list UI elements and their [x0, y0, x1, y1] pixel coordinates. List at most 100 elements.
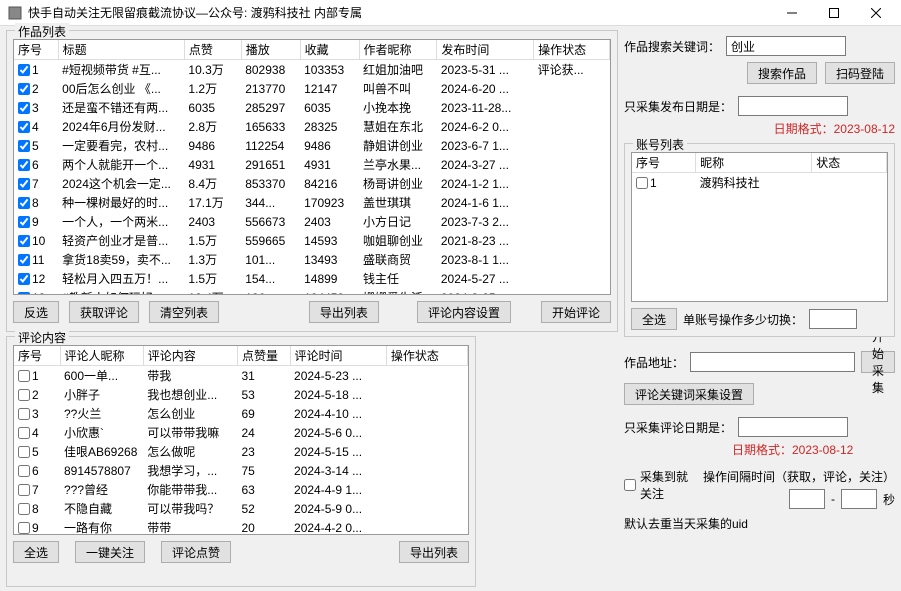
single-account-switch-input[interactable] — [809, 309, 857, 329]
table-row[interactable]: 7???曾经你能带带我...632024-4-9 1... — [14, 480, 468, 499]
row-checkbox[interactable] — [18, 465, 30, 477]
search-works-button[interactable]: 搜索作品 — [747, 62, 817, 84]
comment-settings-button[interactable]: 评论内容设置 — [417, 301, 511, 323]
interval-from-input[interactable] — [789, 489, 825, 509]
row-checkbox[interactable] — [18, 370, 30, 382]
work-url-input[interactable] — [690, 352, 855, 372]
clear-list-button[interactable]: 清空列表 — [149, 301, 219, 323]
row-checkbox[interactable] — [18, 427, 30, 439]
table-row[interactable]: 5佳哏AB69268怎么做呢232024-5-15 ... — [14, 442, 468, 461]
export-works-button[interactable]: 导出列表 — [309, 301, 379, 323]
table-row[interactable]: 12轻松月入四五万！...1.5万154...14899钱主任2024-5-27… — [14, 269, 609, 288]
scan-login-button[interactable]: 扫码登陆 — [825, 62, 895, 84]
table-row[interactable]: 72024这个机会一定...8.4万85337084216杨哥讲创业2024-1… — [14, 174, 609, 193]
row-checkbox[interactable] — [18, 408, 30, 420]
interval-label: 操作间隔时间（获取，评论，关注） — [703, 468, 895, 485]
row-checkbox[interactable] — [18, 178, 30, 190]
row-checkbox[interactable] — [18, 121, 30, 133]
start-collect-button[interactable]: 开始采集 — [861, 351, 895, 373]
table-row[interactable]: 8不隐自藏可以带我吗？522024-5-9 0... — [14, 499, 468, 518]
column-header[interactable]: 评论时间 — [290, 346, 386, 366]
select-all-accounts-button[interactable]: 全选 — [631, 308, 677, 330]
date-format-hint-2: 日期格式：2023-08-12 — [732, 441, 853, 458]
comments-legend: 评论内容 — [15, 329, 69, 346]
table-row[interactable]: 4小欣惠`可以带带我嘛242024-5-6 0... — [14, 423, 468, 442]
table-row[interactable]: 8种一棵树最好的时...17.1万344...170923盖世琪琪2024-1-… — [14, 193, 609, 212]
row-checkbox[interactable] — [18, 389, 30, 401]
table-row[interactable]: 5一定要看完，农村...94861122549486静姐讲创业2023-6-7 … — [14, 136, 609, 155]
row-checkbox[interactable] — [636, 177, 648, 189]
start-comment-button[interactable]: 开始评论 — [541, 301, 611, 323]
table-row[interactable]: 10轻资产创业才是普...1.5万55966514593咖姐聊创业2021-8-… — [14, 231, 609, 250]
row-checkbox[interactable] — [18, 140, 30, 152]
search-keyword-input[interactable] — [726, 36, 846, 56]
table-row[interactable]: 6两个人就能开一个...49312916514931兰亭水果...2024-3-… — [14, 155, 609, 174]
works-legend: 作品列表 — [15, 23, 69, 40]
table-row[interactable]: 1#短视频带货 #互...10.3万802938103353红姐加油吧2023-… — [14, 60, 609, 80]
column-header[interactable]: 收藏 — [300, 40, 359, 60]
column-header[interactable]: 状态 — [812, 153, 887, 173]
collect-comment-date-input[interactable] — [738, 417, 848, 437]
column-header[interactable]: 评论人昵称 — [60, 346, 143, 366]
column-header[interactable]: 昵称 — [696, 153, 812, 173]
row-checkbox[interactable] — [18, 254, 30, 266]
select-all-comments-button[interactable]: 全选 — [13, 541, 59, 563]
like-comment-button[interactable]: 评论点赞 — [161, 541, 231, 563]
column-header[interactable]: 作者昵称 — [359, 40, 437, 60]
column-header[interactable]: 标题 — [58, 40, 184, 60]
table-row[interactable]: 200后怎么创业 《...1.2万21377012147叫兽不叫2024-6-2… — [14, 79, 609, 98]
row-checkbox[interactable] — [18, 102, 30, 114]
get-comments-button[interactable]: 获取评论 — [69, 301, 139, 323]
column-header[interactable]: 评论内容 — [143, 346, 237, 366]
table-row[interactable]: 9一路有你带带202024-4-2 0... — [14, 518, 468, 535]
table-row[interactable]: 42024年6月份发财...2.8万16563328325慧姐在东北2024-6… — [14, 117, 609, 136]
invert-select-button[interactable]: 反选 — [13, 301, 59, 323]
default-dedupe-label: 默认去重当天采集的uid — [624, 515, 748, 532]
accounts-grid[interactable]: 序号昵称状态 1渡鸦科技社 — [631, 152, 888, 302]
column-header[interactable]: 序号 — [632, 153, 696, 173]
column-header[interactable]: 播放 — [241, 40, 300, 60]
column-header[interactable]: 操作状态 — [386, 346, 467, 366]
table-row[interactable]: 1渡鸦科技社 — [632, 173, 887, 193]
table-row[interactable]: 9一个人，一个两米...24035566732403小方日记2023-7-3 2… — [14, 212, 609, 231]
row-checkbox[interactable] — [18, 64, 30, 76]
row-checkbox[interactable] — [18, 235, 30, 247]
row-checkbox[interactable] — [18, 503, 30, 515]
row-checkbox[interactable] — [18, 446, 30, 458]
comments-grid[interactable]: 序号评论人昵称评论内容点赞量评论时间操作状态 1600一单...带我312024… — [13, 345, 469, 535]
row-checkbox[interactable] — [18, 159, 30, 171]
column-header[interactable]: 操作状态 — [534, 40, 610, 60]
table-row[interactable]: 2小胖子我也想创业...532024-5-18 ... — [14, 385, 468, 404]
collect-publish-date-input[interactable] — [738, 96, 848, 116]
table-row[interactable]: 11拿货18卖59，卖不...1.3万101...13493盛联商贸2023-8… — [14, 250, 609, 269]
row-checkbox[interactable] — [18, 83, 30, 95]
accounts-group: 账号列表 序号昵称状态 1渡鸦科技社 全选 单账号操作多少切换： — [624, 143, 895, 337]
row-checkbox[interactable] — [18, 522, 30, 534]
column-header[interactable]: 点赞 — [184, 40, 241, 60]
table-row[interactable]: 13#教新人如何玩好...12.4万126...124459姗姗爱生活2024-… — [14, 288, 609, 295]
one-click-like-button[interactable]: 一键关注 — [75, 541, 145, 563]
row-checkbox[interactable] — [18, 273, 30, 285]
row-checkbox[interactable] — [18, 216, 30, 228]
minimize-button[interactable] — [771, 1, 813, 25]
table-row[interactable]: 3还是蛮不错还有两...60352852976035小挽本挽2023-11-28… — [14, 98, 609, 117]
window-title: 快手自动关注无限留痕截流协议—公众号: 渡鸦科技社 内部专属 — [28, 4, 362, 21]
table-row[interactable]: 68914578807我想学习，...752024-3-14 ... — [14, 461, 468, 480]
column-header[interactable]: 序号 — [14, 40, 58, 60]
row-checkbox[interactable] — [18, 484, 30, 496]
export-comments-button[interactable]: 导出列表 — [399, 541, 469, 563]
close-button[interactable] — [855, 1, 897, 25]
comment-keyword-settings-button[interactable]: 评论关键词采集设置 — [624, 383, 754, 405]
table-row[interactable]: 1600一单...带我312024-5-23 ... — [14, 366, 468, 386]
column-header[interactable]: 发布时间 — [437, 40, 534, 60]
row-checkbox[interactable] — [18, 292, 30, 295]
titlebar: 快手自动关注无限留痕截流协议—公众号: 渡鸦科技社 内部专属 — [0, 0, 901, 26]
collect-then-follow-checkbox[interactable]: 采集到就关注 — [624, 468, 691, 502]
table-row[interactable]: 3??火兰怎么创业692024-4-10 ... — [14, 404, 468, 423]
column-header[interactable]: 点赞量 — [237, 346, 290, 366]
maximize-button[interactable] — [813, 1, 855, 25]
row-checkbox[interactable] — [18, 197, 30, 209]
works-grid[interactable]: 序号标题点赞播放收藏作者昵称发布时间操作状态 1#短视频带货 #互...10.3… — [13, 39, 611, 295]
column-header[interactable]: 序号 — [14, 346, 60, 366]
interval-to-input[interactable] — [841, 489, 877, 509]
